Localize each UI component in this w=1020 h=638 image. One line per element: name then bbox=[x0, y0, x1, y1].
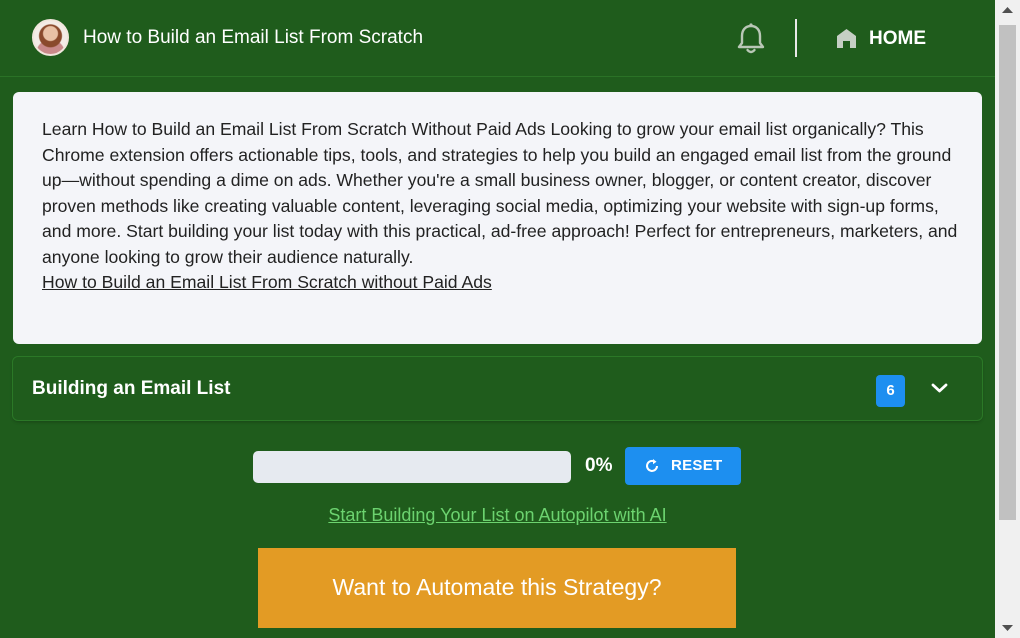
header: How to Build an Email List From Scratch … bbox=[0, 0, 995, 77]
automate-strategy-button[interactable]: Want to Automate this Strategy? bbox=[258, 548, 736, 628]
scrollbar-thumb[interactable] bbox=[999, 25, 1016, 520]
progress-percent: 0% bbox=[585, 455, 613, 476]
vertical-scrollbar[interactable] bbox=[995, 0, 1020, 638]
description: Learn How to Build an Email List From Sc… bbox=[42, 117, 960, 296]
accordion-title: Building an Email List bbox=[32, 378, 231, 399]
extension-popup: How to Build an Email List From Scratch … bbox=[0, 0, 995, 638]
header-divider bbox=[795, 19, 797, 57]
home-button[interactable]: HOME bbox=[869, 28, 926, 50]
bell-icon[interactable] bbox=[735, 22, 767, 56]
description-text: Learn How to Build an Email List From Sc… bbox=[42, 119, 958, 267]
refresh-icon bbox=[646, 459, 658, 472]
scroll-down-arrow-icon[interactable] bbox=[995, 618, 1020, 638]
reset-button[interactable]: RESET bbox=[625, 447, 741, 485]
autopilot-link[interactable]: Start Building Your List on Autopilot wi… bbox=[0, 505, 995, 526]
page-title: How to Build an Email List From Scratch bbox=[83, 27, 424, 48]
avatar bbox=[32, 19, 69, 56]
scroll-up-arrow-icon[interactable] bbox=[995, 0, 1020, 20]
description-card: Learn How to Build an Email List From Sc… bbox=[13, 92, 982, 344]
progress-bar bbox=[253, 451, 571, 483]
reset-label: RESET bbox=[671, 457, 723, 474]
home-icon[interactable] bbox=[836, 28, 857, 49]
chevron-down-icon[interactable] bbox=[931, 381, 948, 395]
count-badge: 6 bbox=[876, 375, 905, 407]
description-link[interactable]: How to Build an Email List From Scratch … bbox=[42, 270, 960, 296]
accordion-building-email-list[interactable]: Building an Email List 6 bbox=[13, 357, 982, 420]
